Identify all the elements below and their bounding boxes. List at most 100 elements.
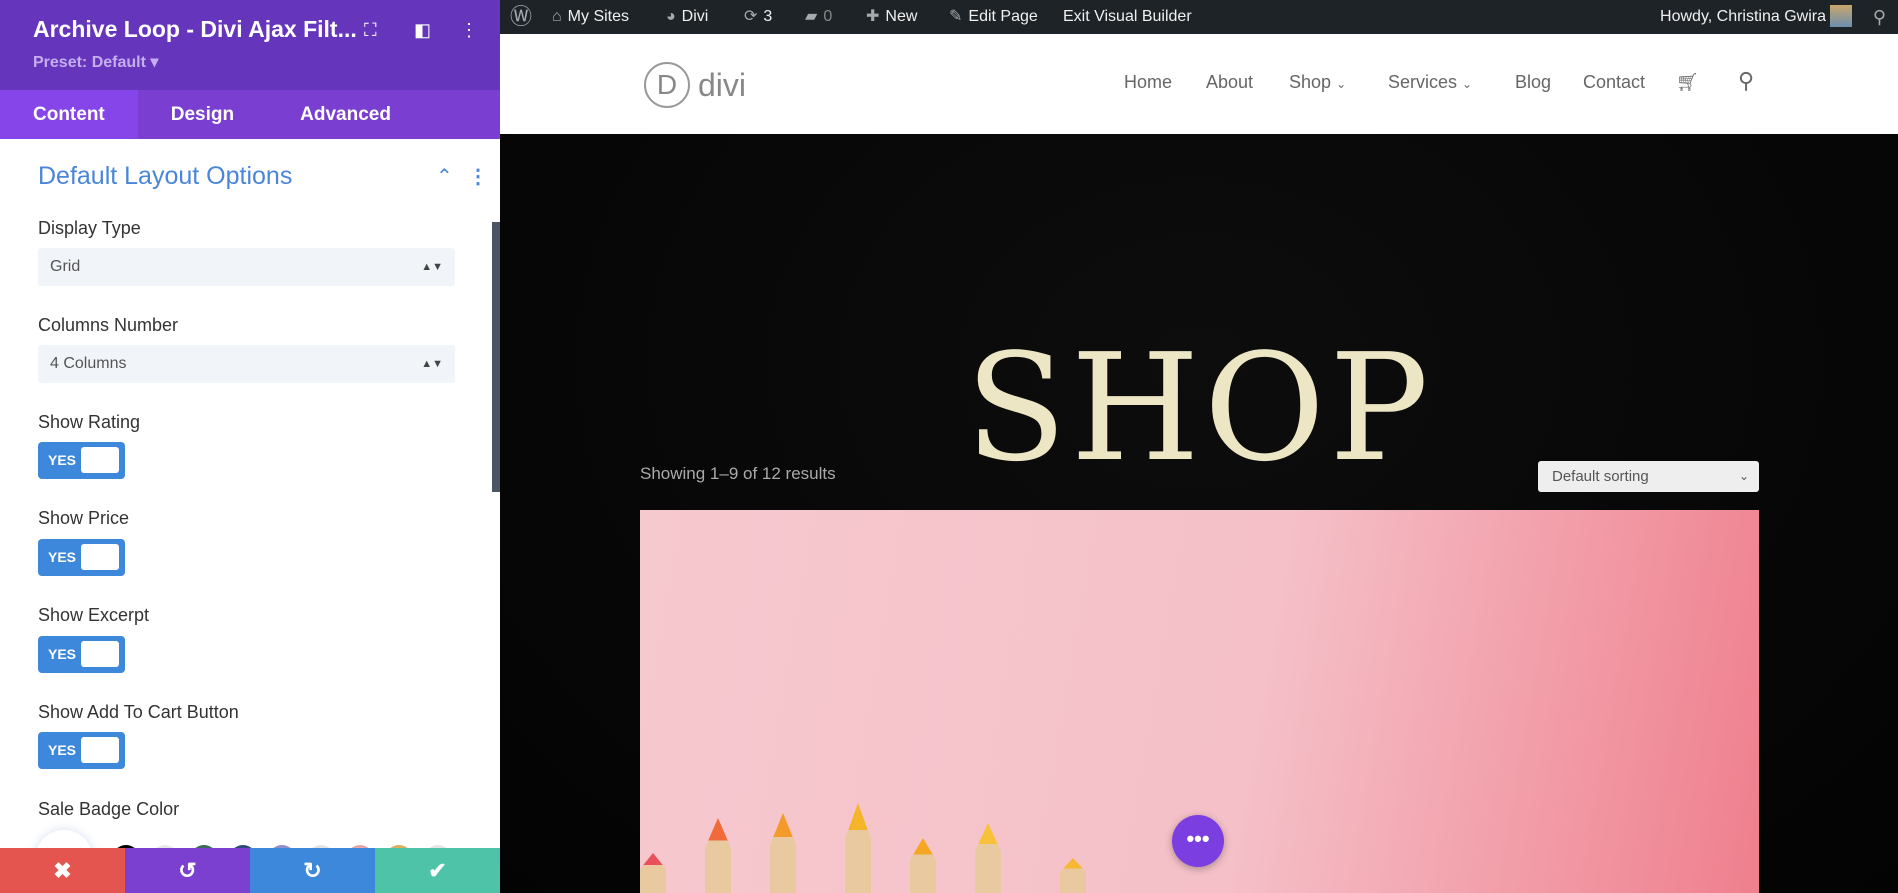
edit-page-label: Edit Page: [968, 8, 1038, 25]
logo-mark: D: [644, 62, 690, 108]
tab-design[interactable]: Design: [138, 90, 267, 139]
scrollbar[interactable]: [492, 222, 500, 492]
columns-number-value: 4 Columns: [50, 355, 127, 372]
search-icon[interactable]: ⚲: [1738, 68, 1754, 94]
select-arrows-icon: ▲▼: [421, 358, 443, 370]
page-title: SHOP: [965, 322, 1433, 494]
pencil: [770, 813, 796, 893]
nav-shop[interactable]: Shop ⌄: [1289, 72, 1346, 93]
pencil: [1060, 858, 1086, 893]
sidebar-header: Archive Loop - Divi Ajax Filt... Preset:…: [0, 0, 500, 90]
toggle-state: YES: [48, 646, 77, 662]
redo-button[interactable]: ↻: [250, 848, 375, 893]
wordpress-logo-icon[interactable]: Ⓦ: [510, 0, 532, 34]
nav-services-label: Services: [1388, 72, 1458, 92]
dashboard-icon: ◕: [666, 8, 676, 25]
sorting-select[interactable]: Default sorting ⌄: [1538, 461, 1759, 492]
action-bar: ✖ ↺ ↻ ✔: [0, 848, 500, 893]
plus-icon: ✚: [866, 8, 880, 25]
cart-icon[interactable]: 🛒︎: [1676, 72, 1699, 93]
split-view-icon[interactable]: ◧: [414, 20, 431, 41]
new-link[interactable]: ✚ New: [866, 0, 917, 34]
updates-icon: ⟳: [744, 8, 758, 25]
tab-content[interactable]: Content: [0, 90, 138, 139]
exit-visual-builder-link[interactable]: Exit Visual Builder: [1063, 0, 1192, 34]
comments-link[interactable]: ▰ 0: [805, 0, 832, 34]
tab-advanced[interactable]: Advanced: [267, 90, 424, 139]
undo-icon: ↺: [178, 858, 197, 883]
more-icon: •••: [1186, 826, 1210, 851]
settings-sidebar: Archive Loop - Divi Ajax Filt... Preset:…: [0, 0, 500, 893]
updates-count: 3: [763, 8, 773, 25]
pencil-icon: ✎: [949, 8, 963, 25]
shop-section: SHOP Showing 1–9 of 12 results Default s…: [500, 134, 1898, 893]
columns-number-select[interactable]: 4 Columns ▲▼: [38, 345, 455, 383]
my-sites-label: My Sites: [567, 8, 630, 25]
toggle-state: YES: [48, 452, 77, 468]
section-title[interactable]: Default Layout Options: [38, 162, 292, 191]
nav-services[interactable]: Services ⌄: [1388, 72, 1472, 93]
pencil: [640, 853, 666, 893]
toggle-state: YES: [48, 742, 77, 758]
sorting-value: Default sorting: [1552, 468, 1649, 485]
comment-icon: ▰: [805, 8, 818, 25]
edit-page-link[interactable]: ✎ Edit Page: [949, 0, 1038, 34]
check-icon: ✔: [428, 858, 447, 883]
show-price-toggle[interactable]: YES: [38, 539, 125, 576]
comments-count: 0: [823, 8, 833, 25]
avatar[interactable]: [1830, 5, 1852, 27]
chevron-up-icon[interactable]: ⌃: [436, 164, 453, 189]
pencil: [845, 803, 871, 893]
new-label: New: [885, 8, 918, 25]
preset-dropdown[interactable]: Preset: Default ▾: [33, 52, 158, 72]
show-excerpt-toggle[interactable]: YES: [38, 636, 125, 673]
display-type-value: Grid: [50, 258, 81, 275]
section-menu-icon[interactable]: ⋮: [468, 164, 488, 189]
nav-shop-label: Shop: [1289, 72, 1332, 92]
show-rating-toggle[interactable]: YES: [38, 442, 125, 479]
chevron-down-icon: ⌄: [1336, 77, 1347, 91]
display-type-label: Display Type: [38, 218, 141, 238]
save-button[interactable]: ✔: [375, 848, 500, 893]
chevron-down-icon: ⌄: [1462, 77, 1473, 91]
howdy-user[interactable]: Howdy, Christina Gwira: [1660, 0, 1826, 34]
nav-contact[interactable]: Contact: [1583, 72, 1645, 93]
sale-badge-color-label: Sale Badge Color: [38, 799, 180, 819]
columns-number-label: Columns Number: [38, 315, 179, 335]
site-header: Ddivi Home About Shop ⌄ Services ⌄ Blog …: [500, 34, 1898, 134]
redo-icon: ↻: [303, 858, 322, 883]
display-type-select[interactable]: Grid ▲▼: [38, 248, 455, 286]
show-add-to-cart-label: Show Add To Cart Button: [38, 702, 239, 722]
undo-button[interactable]: ↺: [125, 848, 250, 893]
howdy-label: Howdy, Christina Gwira: [1660, 8, 1826, 25]
chevron-down-icon: ⌄: [1738, 469, 1749, 483]
fullscreen-icon[interactable]: ⛶: [364, 20, 377, 41]
divi-label: Divi: [681, 8, 709, 25]
show-excerpt-label: Show Excerpt: [38, 605, 150, 625]
pencil: [705, 818, 731, 893]
result-count: Showing 1–9 of 12 results: [640, 464, 836, 483]
nav-about[interactable]: About: [1206, 72, 1253, 93]
my-sites-link[interactable]: ⌂ My Sites: [552, 0, 629, 34]
divi-link[interactable]: ◕ Divi: [666, 0, 708, 34]
logo-text: divi: [698, 66, 747, 103]
divi-logo[interactable]: Ddivi: [644, 62, 746, 108]
module-title: Archive Loop - Divi Ajax Filt...: [33, 16, 357, 42]
wp-admin-bar: Ⓦ ⌂ My Sites ◕ Divi ⟳ 3 ▰ 0 ✚ New ✎ Edit Page …: [500, 0, 1898, 34]
show-add-to-cart-toggle[interactable]: YES: [38, 732, 125, 769]
toggle-state: YES: [48, 549, 77, 565]
updates-link[interactable]: ⟳ 3: [744, 0, 772, 34]
search-icon[interactable]: ⚲: [1873, 0, 1886, 34]
close-icon: ✖: [53, 858, 72, 883]
module-options-button[interactable]: •••: [1172, 815, 1224, 867]
pencil: [975, 823, 1001, 893]
nav-blog[interactable]: Blog: [1515, 72, 1551, 93]
sites-icon: ⌂: [552, 8, 562, 25]
show-price-label: Show Price: [38, 508, 130, 528]
discard-button[interactable]: ✖: [0, 848, 125, 893]
tab-bar: Content Design Advanced: [0, 90, 500, 139]
more-options-icon[interactable]: ⋮: [460, 20, 478, 41]
nav-home[interactable]: Home: [1124, 72, 1172, 93]
pencil: [910, 838, 936, 893]
show-rating-label: Show Rating: [38, 412, 141, 432]
